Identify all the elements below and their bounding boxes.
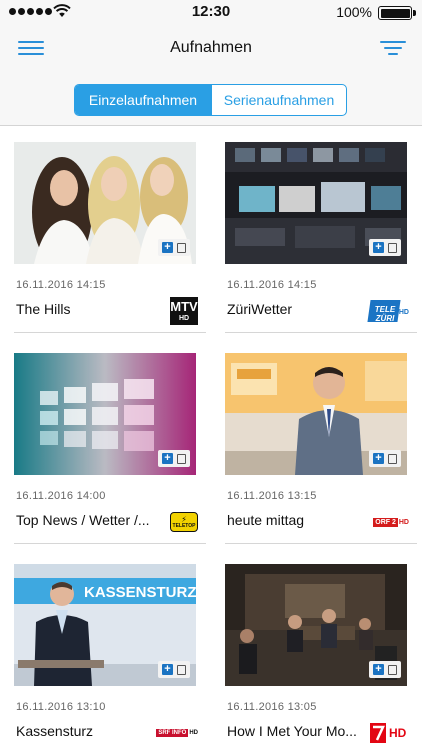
recording-date: 16.11.2016 14:15: [16, 279, 106, 291]
thumbnail-kassensturz-text: KASSENSTURZ: [84, 584, 196, 601]
checkbox-icon[interactable]: [177, 242, 186, 253]
channel-suffix: HD: [178, 315, 190, 322]
card-divider: [225, 543, 417, 544]
navigation-bar: Aufnahmen: [0, 26, 422, 70]
segment-single-recordings[interactable]: Einzelaufnahmen: [75, 85, 211, 115]
card-divider: [225, 332, 417, 333]
channel-logo-tele-zueri: TELE ZÜRI HD: [367, 298, 409, 324]
recording-thumbnail: +: [225, 353, 407, 475]
recording-card[interactable]: KASSENSTURZ + 16.11.2016 13:10 Kassenstu…: [14, 549, 210, 750]
checkbox-icon[interactable]: [177, 664, 186, 675]
channel-logo-prosieben: HD: [369, 720, 409, 746]
battery-tip: [413, 10, 416, 16]
recording-date: 16.11.2016 13:05: [227, 701, 317, 713]
prosieben-seven-icon: [370, 723, 386, 743]
segment-series-recordings[interactable]: Serienaufnahmen: [211, 85, 346, 115]
recording-date: 16.11.2016 14:00: [16, 490, 106, 502]
recording-type-segmented-control: Einzelaufnahmen Serienaufnahmen: [74, 84, 347, 116]
checkbox-icon[interactable]: [177, 453, 186, 464]
add-icon: +: [373, 453, 384, 464]
recording-date: 16.11.2016 14:15: [227, 279, 317, 291]
recording-date: 16.11.2016 13:15: [227, 490, 317, 502]
recording-date: 16.11.2016 13:10: [16, 701, 106, 713]
recording-card[interactable]: + 16.11.2016 13:05 How I Met Your Mo... …: [225, 549, 421, 750]
channel-name: TELE ZÜRI: [374, 305, 396, 323]
add-icon: +: [162, 242, 173, 253]
card-divider: [14, 543, 206, 544]
channel-name: TELETOP: [172, 522, 196, 529]
add-icon: +: [162, 664, 173, 675]
recording-card[interactable]: + 16.11.2016 14:15 ZüriWetter TELE ZÜRI …: [225, 127, 421, 333]
record-badge[interactable]: +: [369, 661, 401, 678]
recording-card[interactable]: + 16.11.2016 14:15 The Hills MTV HD: [14, 127, 210, 333]
channel-logo-srf-info: SRF INFO HD: [156, 720, 198, 746]
status-bar: 12:30 100%: [0, 0, 422, 26]
channel-logo-teletop: ⚡ TELETOP: [170, 509, 198, 535]
record-badge[interactable]: +: [158, 450, 190, 467]
recording-title: Kassensturz: [16, 723, 94, 739]
recording-title: Top News / Wetter /...: [16, 512, 150, 528]
recording-thumbnail: +: [14, 142, 196, 264]
record-badge[interactable]: +: [158, 239, 190, 256]
record-badge[interactable]: +: [369, 450, 401, 467]
recording-thumbnail: KASSENSTURZ +: [14, 564, 196, 686]
recording-title: ZüriWetter: [227, 301, 293, 317]
recording-title: The Hills: [16, 301, 71, 317]
channel-suffix: HD: [398, 309, 409, 316]
record-badge[interactable]: +: [369, 239, 401, 256]
add-icon: +: [373, 242, 384, 253]
record-badge[interactable]: +: [158, 661, 190, 678]
channel-name: ORF 2: [373, 517, 398, 527]
page-title: Aufnahmen: [170, 39, 252, 56]
channel-logo-orf2: ORF 2 HD: [373, 509, 409, 535]
add-icon: +: [162, 453, 173, 464]
channel-name: SRF INFO: [156, 729, 189, 737]
recording-thumbnail: +: [14, 353, 196, 475]
recording-title: heute mittag: [227, 512, 305, 528]
add-icon: +: [373, 664, 384, 675]
battery-icon: [378, 6, 412, 20]
recording-card[interactable]: + 16.11.2016 13:15 heute mittag ORF 2 HD: [225, 338, 421, 544]
checkbox-icon[interactable]: [388, 242, 397, 253]
checkbox-icon[interactable]: [388, 664, 397, 675]
checkbox-icon[interactable]: [388, 453, 397, 464]
recording-card[interactable]: + 16.11.2016 14:00 Top News / Wetter /..…: [14, 338, 210, 544]
channel-name: MTV: [170, 299, 198, 314]
channel-suffix: HD: [189, 730, 198, 736]
channel-suffix: HD: [389, 726, 407, 740]
battery-percentage: 100%: [336, 4, 372, 20]
recording-thumbnail: +: [225, 564, 407, 686]
recording-thumbnail: +: [225, 142, 407, 264]
channel-logo-mtv: MTV HD: [170, 297, 198, 325]
card-divider: [14, 332, 206, 333]
filter-icon[interactable]: [378, 38, 408, 58]
segment-bar: Einzelaufnahmen Serienaufnahmen: [0, 70, 422, 126]
recording-title: How I Met Your Mo...: [227, 723, 357, 739]
channel-suffix: HD: [398, 518, 409, 526]
